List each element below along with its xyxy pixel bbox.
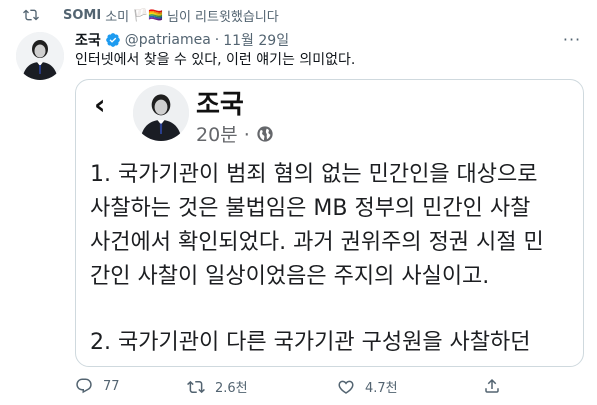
- share-button[interactable]: [483, 377, 511, 395]
- retweeter-name-suffix[interactable]: 소미: [105, 6, 129, 25]
- reply-icon: [76, 378, 92, 394]
- retweeter-flags: 🏳️🏳️‍🌈: [133, 8, 163, 22]
- media-body-line: 간인 사찰이 일상이었음은 주지의 사실이고.: [90, 264, 490, 289]
- media-body-blank-line: [90, 294, 580, 326]
- back-arrow-icon: ‹: [94, 88, 106, 121]
- tweet-header: 조국 @patriamea · 11월 29일: [75, 30, 289, 50]
- media-body-line: 2. 국가기관이 다른 국가기관 구성원을 사찰하던: [90, 330, 531, 355]
- retweet-icon: [23, 9, 39, 21]
- media-author-name: 조국: [196, 90, 244, 120]
- media-post-time: 20분 ·: [196, 124, 250, 146]
- globe-icon: [257, 125, 273, 142]
- media-body-line: 사건에서 확인되었다. 과거 권위주의 정권 시절 민: [90, 230, 544, 255]
- verified-badge-icon: [105, 33, 120, 47]
- like-count: 4.7천: [365, 381, 398, 396]
- tweet-text: 인터넷에서 찾을 수 있다, 이런 얘기는 의미없다.: [75, 52, 356, 68]
- retweet-suffix-text: 님이 리트윗했습니다: [167, 9, 279, 25]
- author-name[interactable]: 조국: [75, 30, 101, 50]
- tweet-actions: 77 2.6천 4.7천: [75, 377, 505, 397]
- heart-icon: [338, 380, 354, 394]
- retweeter-name[interactable]: SOMI: [63, 8, 101, 23]
- avatar-person-icon: [16, 32, 64, 80]
- reply-button[interactable]: 77: [75, 377, 120, 395]
- media-body-line: 1. 국가기관이 범죄 혐의 없는 민간인을 대상으로: [90, 162, 538, 187]
- tweet-date[interactable]: 11월 29일: [223, 30, 289, 50]
- media-author-avatar: [133, 85, 189, 141]
- more-options-icon[interactable]: ···: [561, 28, 583, 50]
- media-avatar-person-icon: [133, 85, 189, 141]
- media-body-line: 사찰하는 것은 불법임은 MB 정부의 민간인 사찰: [90, 196, 531, 221]
- author-handle[interactable]: @patriamea: [125, 32, 211, 48]
- retweet-count: 2.6천: [215, 381, 248, 396]
- header-separator: ·: [214, 32, 220, 48]
- retweet-button[interactable]: 2.6천: [187, 377, 248, 396]
- author-avatar[interactable]: [16, 32, 64, 80]
- retweet-action-icon: [187, 380, 205, 393]
- retweet-context[interactable]: SOMI 소미 🏳️🏳️‍🌈 님이 리트윗했습니다: [23, 5, 279, 25]
- media-post-meta: 20분 ·: [196, 120, 274, 147]
- like-button[interactable]: 4.7천: [337, 377, 398, 396]
- media-post-body: 1. 국가기관이 범죄 혐의 없는 민간인을 대상으로 사찰하는 것은 불법임은…: [90, 158, 580, 360]
- tweet-media-image[interactable]: ‹ 조국 20분 · 1. 국가기관이 범죄 혐의 없는 민간인을 대상으로 사…: [75, 79, 584, 367]
- reply-count: 77: [103, 378, 120, 394]
- share-icon: [485, 378, 499, 393]
